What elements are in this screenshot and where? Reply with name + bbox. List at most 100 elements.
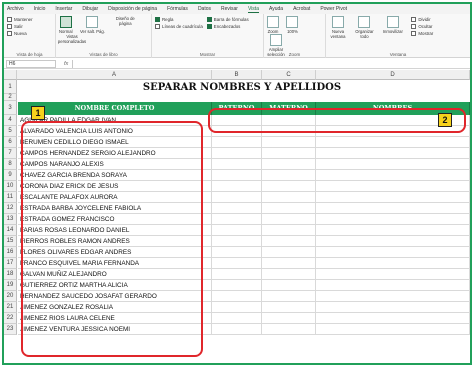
row-header[interactable]: 7 <box>4 148 17 159</box>
row-header[interactable]: 12 <box>4 203 17 214</box>
freeze-panes-button[interactable]: Inmovilizar <box>382 16 404 34</box>
gridlines-checkbox-icon[interactable] <box>155 24 160 29</box>
sheet-view-new[interactable]: Nueva <box>14 30 27 37</box>
row-header[interactable]: 2 <box>4 94 17 101</box>
empty-cell[interactable] <box>212 214 262 225</box>
page-layout-view-button[interactable]: Diseño de página <box>112 16 138 26</box>
hide-button[interactable]: Ocultar <box>411 23 433 30</box>
ribbon-tab-insertar[interactable]: Insertar <box>55 6 72 12</box>
empty-cell[interactable] <box>262 280 316 291</box>
checkbox-icon[interactable] <box>7 24 12 29</box>
empty-cell[interactable] <box>316 324 470 335</box>
empty-cell[interactable] <box>262 203 316 214</box>
column-header-a[interactable]: A <box>17 70 212 80</box>
empty-cell[interactable] <box>212 247 262 258</box>
split-button[interactable]: Dividir <box>411 16 433 23</box>
row-header[interactable]: 11 <box>4 192 17 203</box>
sheet-view-exit[interactable]: Salir <box>14 23 23 30</box>
empty-cell[interactable] <box>212 137 262 148</box>
ribbon-tab-ayuda[interactable]: Ayuda <box>269 6 283 12</box>
fx-icon[interactable]: fx <box>64 61 68 67</box>
empty-cell[interactable] <box>262 291 316 302</box>
empty-cell[interactable] <box>262 313 316 324</box>
row-header[interactable]: 23 <box>4 324 17 335</box>
empty-cell[interactable] <box>212 203 262 214</box>
empty-cell[interactable] <box>212 258 262 269</box>
row-header[interactable]: 19 <box>4 280 17 291</box>
ribbon-tab-disposici-n-de-p-gina[interactable]: Disposición de página <box>108 6 157 12</box>
ribbon-tab-inicio[interactable]: Inicio <box>34 6 46 12</box>
empty-cell[interactable] <box>212 313 262 324</box>
page-break-view-button[interactable]: Ver salt. Pág. <box>80 16 105 34</box>
empty-cell[interactable] <box>212 291 262 302</box>
row-header[interactable]: 22 <box>4 313 17 324</box>
empty-cell[interactable] <box>316 225 470 236</box>
empty-cell[interactable] <box>316 291 470 302</box>
empty-cell[interactable] <box>212 324 262 335</box>
row-header[interactable]: 18 <box>4 269 17 280</box>
empty-cell[interactable] <box>316 247 470 258</box>
empty-cell[interactable] <box>262 225 316 236</box>
empty-cell[interactable] <box>262 302 316 313</box>
column-header-c[interactable]: C <box>262 70 316 80</box>
empty-cell[interactable] <box>316 170 470 181</box>
unhide-button[interactable]: Mostrar <box>411 30 433 37</box>
empty-cell[interactable] <box>262 148 316 159</box>
row-header[interactable]: 15 <box>4 236 17 247</box>
empty-cell[interactable] <box>262 324 316 335</box>
empty-cell[interactable] <box>316 148 470 159</box>
empty-cell[interactable] <box>262 236 316 247</box>
header-nombre-completo[interactable]: NOMBRE COMPLETO <box>18 102 212 115</box>
ribbon-tab-power-pivot[interactable]: Power Pivot <box>320 6 347 12</box>
row-header[interactable]: 5 <box>4 126 17 137</box>
formula-input[interactable] <box>72 59 470 68</box>
empty-cell[interactable] <box>212 170 262 181</box>
empty-cell[interactable] <box>316 269 470 280</box>
empty-cell[interactable] <box>316 258 470 269</box>
formula-bar-checkbox-icon[interactable] <box>206 17 212 22</box>
empty-cell[interactable] <box>262 137 316 148</box>
empty-cell[interactable] <box>316 280 470 291</box>
empty-cell[interactable] <box>212 236 262 247</box>
empty-cell[interactable] <box>262 247 316 258</box>
empty-cell[interactable] <box>262 258 316 269</box>
empty-cell[interactable] <box>316 203 470 214</box>
ruler-checkbox-icon[interactable] <box>155 17 160 22</box>
checkbox-icon[interactable] <box>7 31 12 36</box>
ribbon-tab-acrobat[interactable]: Acrobat <box>293 6 310 12</box>
column-header-b[interactable]: B <box>212 70 262 80</box>
ribbon-tab-archivo[interactable]: Archivo <box>7 6 24 12</box>
select-all-corner[interactable] <box>4 70 17 80</box>
normal-view-button[interactable]: Normal <box>59 16 73 34</box>
empty-cell[interactable] <box>316 137 470 148</box>
column-header-d[interactable]: D <box>316 70 470 80</box>
new-window-button[interactable]: Nueva ventana <box>329 16 347 39</box>
row-header[interactable]: 4 <box>4 115 17 126</box>
zoom-100-button[interactable]: 100% <box>286 16 299 34</box>
empty-cell[interactable] <box>212 192 262 203</box>
ribbon-tab-dibujar[interactable]: Dibujar <box>82 6 98 12</box>
checkbox-icon[interactable] <box>7 17 12 22</box>
empty-cell[interactable] <box>212 181 262 192</box>
sheet-view-keep[interactable]: Mantener <box>14 16 33 23</box>
empty-cell[interactable] <box>316 214 470 225</box>
empty-cell[interactable] <box>262 269 316 280</box>
empty-cell[interactable] <box>212 148 262 159</box>
row-header[interactable]: 17 <box>4 258 17 269</box>
empty-cell[interactable] <box>212 302 262 313</box>
empty-cell[interactable] <box>212 159 262 170</box>
headings-checkbox-icon[interactable] <box>206 24 212 29</box>
row-header[interactable]: 10 <box>4 181 17 192</box>
empty-cell[interactable] <box>316 181 470 192</box>
row-header[interactable]: 13 <box>4 214 17 225</box>
empty-cell[interactable] <box>262 181 316 192</box>
row-header[interactable]: 6 <box>4 137 17 148</box>
ribbon-tab-revisar[interactable]: Revisar <box>221 6 238 12</box>
empty-cell[interactable] <box>262 170 316 181</box>
ribbon-tab-datos[interactable]: Datos <box>198 6 211 12</box>
empty-cell[interactable] <box>316 159 470 170</box>
arrange-all-button[interactable]: Organizar todo <box>354 16 374 39</box>
zoom-button[interactable]: Zoom <box>267 16 279 34</box>
ribbon-tab-vista[interactable]: Vista <box>247 6 259 13</box>
custom-views-button[interactable]: Vistas personalizadas <box>58 34 86 44</box>
